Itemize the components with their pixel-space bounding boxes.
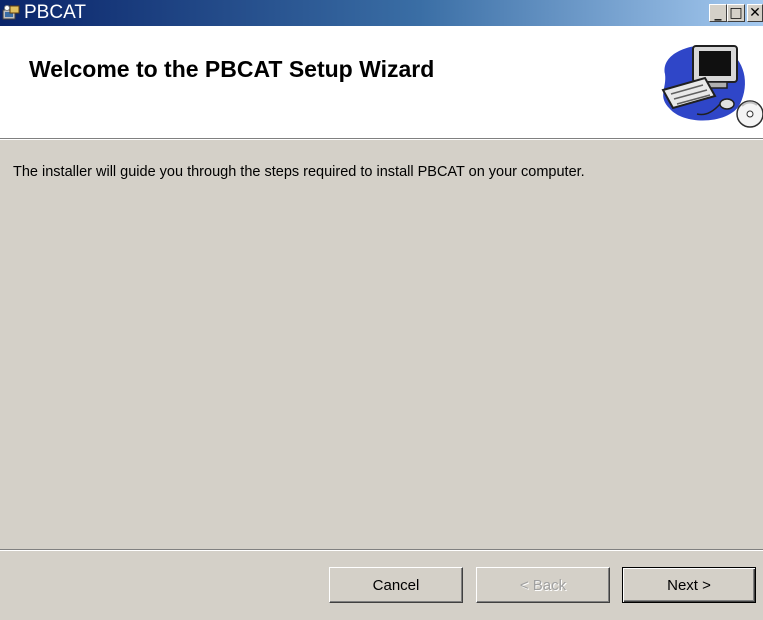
title-bar[interactable]: PBCAT _ □ ✕: [0, 0, 763, 26]
maximize-button[interactable]: □: [727, 4, 745, 22]
page-title: Welcome to the PBCAT Setup Wizard: [29, 56, 435, 82]
next-button[interactable]: Next >: [622, 567, 756, 603]
installer-icon: [2, 4, 20, 22]
cancel-button[interactable]: Cancel: [329, 567, 463, 603]
computer-cd-icon: [645, 34, 763, 130]
close-button[interactable]: ✕: [747, 4, 763, 22]
back-button[interactable]: < Back: [476, 567, 610, 603]
minimize-icon: _: [714, 5, 722, 21]
header-divider: [0, 138, 763, 140]
intro-text: The installer will guide you through the…: [13, 164, 585, 180]
maximize-icon: □: [729, 5, 743, 21]
footer-divider: [0, 549, 763, 551]
window-title: PBCAT: [24, 2, 86, 23]
window-controls: _ □ ✕: [709, 4, 763, 22]
setup-wizard-window: PBCAT _ □ ✕ Welcome to the PBCAT Setup W…: [0, 0, 763, 620]
close-icon: ✕: [749, 5, 761, 21]
header-banner: Welcome to the PBCAT Setup Wizard: [0, 26, 763, 138]
minimize-button[interactable]: _: [709, 4, 727, 22]
